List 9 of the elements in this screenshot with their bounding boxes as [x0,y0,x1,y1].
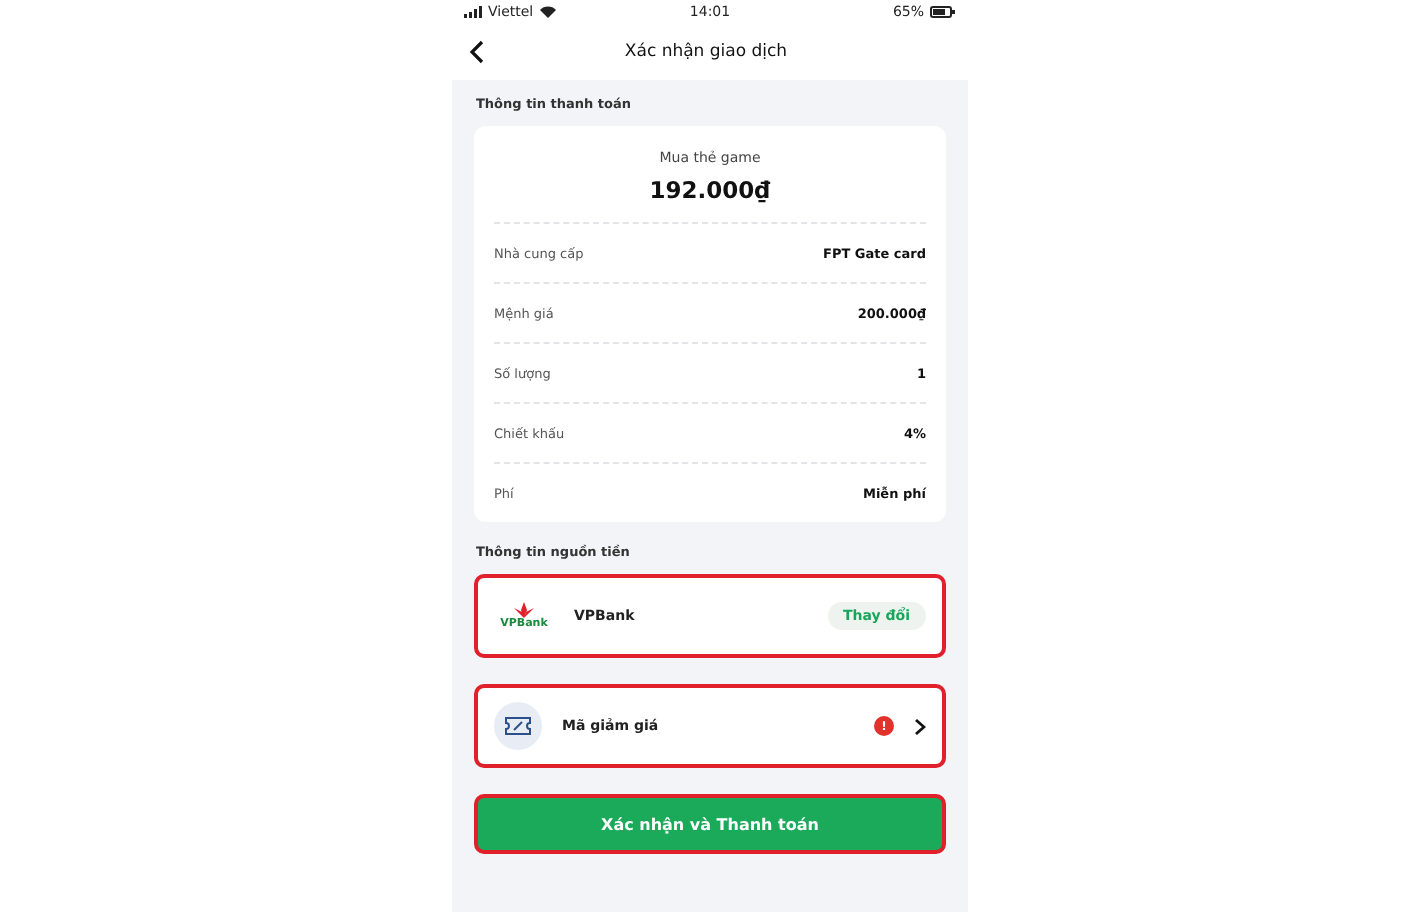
chevron-right-icon [914,717,926,735]
flower-logo-icon [514,602,534,618]
wifi-icon [539,6,556,18]
signal-icon [464,6,482,18]
back-icon[interactable] [468,40,484,64]
total-amount: 192.000₫ [647,176,773,204]
battery-icon [930,6,956,18]
coupon-icon [494,702,542,750]
screen-title: Xác nhận giao dịch [622,42,790,62]
